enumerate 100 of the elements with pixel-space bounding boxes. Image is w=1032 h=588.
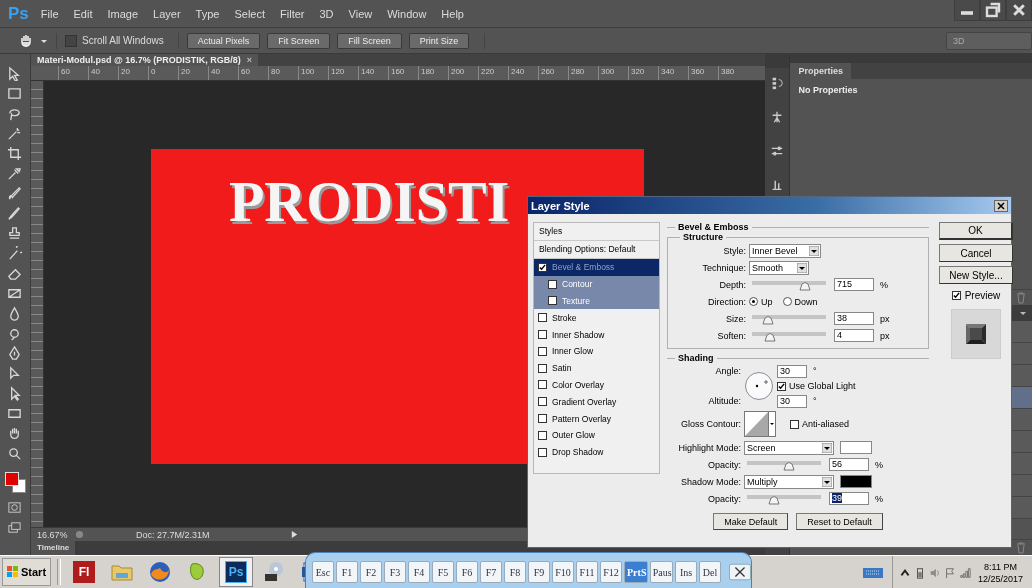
checkbox[interactable] — [538, 262, 547, 272]
option-button[interactable]: Fit Screen — [267, 32, 331, 49]
dropdown[interactable]: Multiply — [744, 474, 834, 489]
checkbox[interactable] — [548, 296, 557, 306]
style-item[interactable]: Inner Glow — [534, 343, 659, 360]
contour-picker[interactable] — [744, 411, 776, 437]
brush-tool-icon[interactable] — [7, 206, 23, 221]
marquee-tool-icon[interactable] — [7, 86, 23, 101]
checkbox[interactable] — [951, 291, 961, 300]
keyboard-key[interactable]: F9 — [528, 561, 550, 583]
keyboard-key[interactable]: F12 — [600, 561, 622, 583]
brush-tool-icon[interactable] — [7, 186, 23, 201]
radio-button[interactable] — [749, 297, 758, 306]
caret-icon[interactable] — [809, 245, 819, 256]
taskbar-app[interactable]: Fl — [67, 557, 102, 587]
style-item[interactable]: Inner Shadow — [534, 326, 659, 343]
keyboard-key[interactable]: F10 — [552, 561, 574, 583]
close-icon[interactable] — [729, 563, 751, 581]
keyboard-key[interactable]: F1 — [336, 561, 358, 583]
keyboard-key[interactable]: PrtS — [624, 561, 648, 583]
radio-button[interactable] — [782, 297, 792, 306]
wand-tool-icon[interactable] — [7, 126, 23, 141]
history-icon[interactable] — [770, 76, 784, 90]
document-tab[interactable]: Materi-Modul.psd @ 16.7% (PRODISTIK, RGB/8) × — [30, 54, 258, 66]
close-icon[interactable] — [1006, 0, 1032, 21]
zoom-level[interactable]: 16.67% — [36, 529, 71, 540]
keyboard-key[interactable]: F2 — [360, 561, 382, 583]
option-button[interactable]: Actual Pixels — [186, 32, 261, 49]
menu-item[interactable]: Type — [195, 7, 220, 20]
close-icon[interactable] — [994, 199, 1008, 212]
dialog-button[interactable]: Make Default — [713, 513, 789, 530]
checkbox[interactable] — [538, 397, 547, 407]
dropdown[interactable]: Smooth — [749, 260, 809, 275]
menu-item[interactable]: Window — [387, 7, 427, 20]
slider-thumb[interactable] — [768, 496, 781, 505]
rectangle-tool-icon[interactable] — [7, 406, 23, 421]
menu-item[interactable]: Image — [107, 7, 139, 20]
menu-item[interactable]: Edit — [73, 7, 93, 20]
lasso-tool-icon[interactable] — [7, 106, 23, 121]
checkbox[interactable] — [538, 346, 547, 356]
value-field[interactable]: 38 — [834, 312, 874, 325]
puppet-icon[interactable] — [770, 110, 784, 124]
value-field[interactable]: 715 — [834, 278, 874, 291]
keyboard-key[interactable]: F5 — [432, 561, 454, 583]
color-swatch[interactable] — [840, 475, 872, 488]
keyboard-key[interactable]: F6 — [456, 561, 478, 583]
style-item[interactable]: Drop Shadow — [534, 443, 659, 461]
eraser-tool-icon[interactable] — [7, 266, 23, 281]
battery-icon[interactable] — [914, 566, 926, 579]
dialog-button[interactable]: Cancel — [939, 244, 1013, 262]
menu-item[interactable]: Select — [234, 7, 266, 20]
checkbox[interactable] — [777, 381, 786, 391]
keyboard-key[interactable]: F4 — [408, 561, 430, 583]
play-icon[interactable] — [289, 530, 299, 539]
slider-thumb[interactable] — [761, 316, 774, 325]
styles-header[interactable]: Styles — [534, 223, 659, 241]
menu-item[interactable]: 3D — [319, 7, 334, 20]
flag-icon[interactable] — [944, 566, 956, 579]
menu-item[interactable]: File — [40, 7, 59, 20]
clock-date[interactable]: 12/25/2017 — [978, 572, 1024, 585]
value-field[interactable]: 56 — [829, 458, 869, 471]
keyboard-icon[interactable] — [862, 566, 884, 580]
start-button[interactable]: Start — [2, 558, 52, 586]
style-item[interactable]: Satin — [534, 359, 659, 377]
option-button[interactable]: Fill Screen — [337, 32, 402, 49]
keyboard-key[interactable]: Paus — [649, 561, 674, 583]
checkbox[interactable] — [538, 330, 547, 340]
color-swatch[interactable] — [840, 441, 872, 454]
pen-tool-icon[interactable] — [7, 346, 23, 361]
screen-mode-icon[interactable] — [7, 520, 23, 535]
checkbox[interactable] — [538, 447, 547, 457]
keyboard-key[interactable]: F3 — [384, 561, 406, 583]
style-item[interactable]: Outer Glow — [534, 426, 659, 444]
dialog-button[interactable]: Reset to Default — [796, 513, 883, 530]
keyboard-key[interactable]: Ins — [675, 561, 698, 583]
dialog-button[interactable]: OK — [939, 222, 1013, 240]
hand-icon[interactable] — [18, 32, 34, 49]
menu-item[interactable]: Help — [441, 7, 464, 20]
zoom-tool-icon[interactable] — [7, 446, 23, 461]
checkbox[interactable] — [538, 414, 547, 424]
style-item[interactable]: Bevel & Emboss — [534, 259, 659, 276]
clock-time[interactable]: 8:11 PM — [984, 560, 1017, 573]
value-field[interactable]: 39 — [829, 492, 869, 505]
properties-tab[interactable]: Properties — [790, 63, 851, 79]
taskbar-app[interactable]: Ps — [219, 557, 254, 587]
sliders-icon[interactable] — [770, 144, 784, 158]
keyboard-key[interactable]: F7 — [480, 561, 502, 583]
value-field[interactable]: 4 — [834, 329, 874, 342]
checkbox[interactable] — [538, 430, 547, 440]
eyedropper-tool-icon[interactable] — [7, 166, 23, 181]
dropdown[interactable]: Screen — [744, 440, 834, 455]
slider-thumb[interactable] — [798, 282, 811, 291]
dropdown[interactable]: Inner Bevel — [749, 243, 821, 258]
style-item[interactable]: Color Overlay — [534, 376, 659, 394]
keyboard-key[interactable]: F11 — [576, 561, 598, 583]
color-swatches[interactable] — [4, 472, 25, 492]
adjust-icon[interactable] — [770, 178, 784, 192]
timeline-tab[interactable]: Timeline — [30, 541, 76, 555]
caret-icon[interactable] — [1019, 309, 1027, 317]
history-brush-icon[interactable] — [7, 246, 23, 261]
